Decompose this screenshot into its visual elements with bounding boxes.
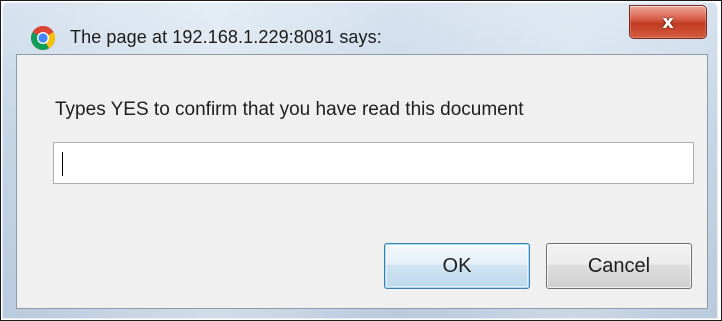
ok-button[interactable]: OK: [384, 243, 530, 289]
dialog-title: The page at 192.168.1.229:8081 says:: [70, 27, 382, 47]
prompt-message: Types YES to confirm that you have read …: [55, 99, 524, 120]
chrome-browser-icon: [31, 25, 55, 50]
prompt-input[interactable]: [53, 142, 694, 184]
close-icon: x: [662, 11, 674, 33]
text-caret: [62, 152, 63, 176]
dialog-body: Types YES to confirm that you have read …: [16, 54, 708, 309]
screenshot-frame: The page at 192.168.1.229:8081 says: x T…: [0, 0, 722, 321]
title-bar[interactable]: The page at 192.168.1.229:8081 says: x: [2, 2, 718, 50]
close-button[interactable]: x: [629, 5, 707, 39]
prompt-dialog-window: The page at 192.168.1.229:8081 says: x T…: [2, 2, 718, 319]
cancel-button[interactable]: Cancel: [546, 243, 692, 289]
